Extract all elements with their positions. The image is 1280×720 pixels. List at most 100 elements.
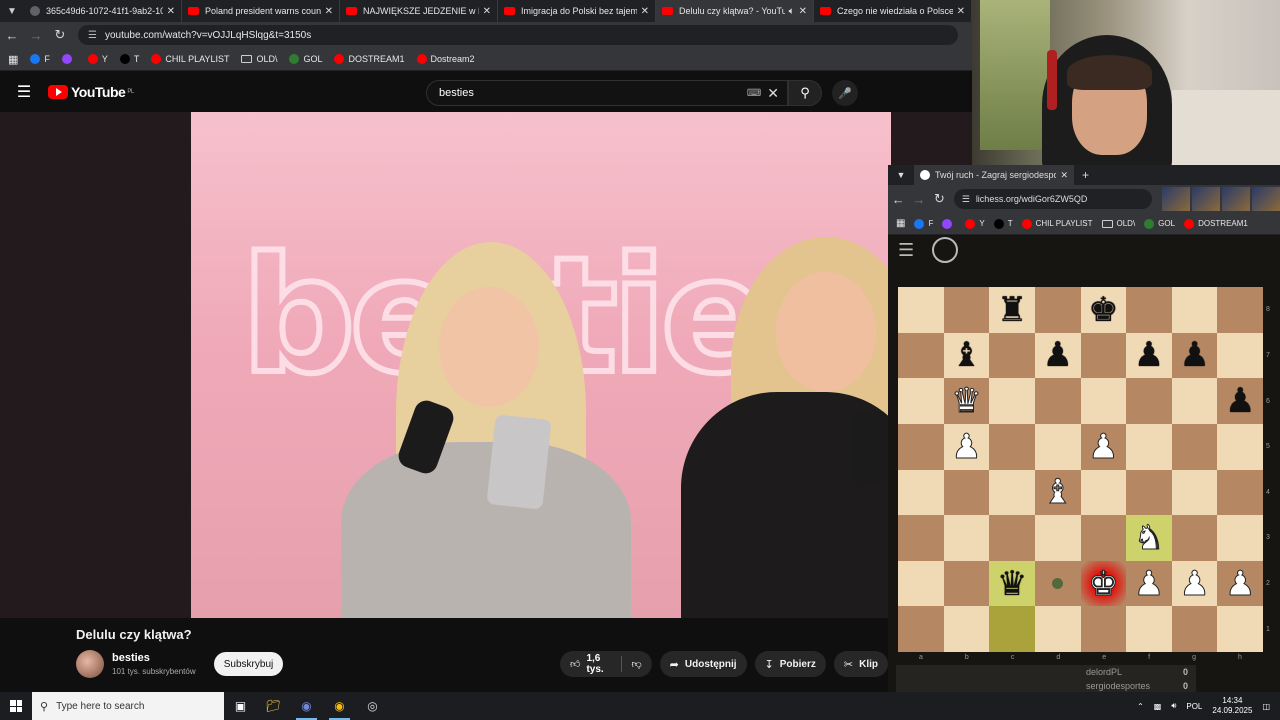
keyboard-icon[interactable]: ⌨ [747, 88, 761, 99]
square-e4[interactable] [1080, 469, 1127, 516]
square-g4[interactable] [1171, 469, 1218, 516]
extension-icon[interactable] [1222, 187, 1251, 211]
square-h4[interactable] [1217, 469, 1263, 516]
subscribe-button[interactable]: Subskrybuj [214, 652, 283, 676]
tab-search-menu[interactable]: ▼ [0, 0, 24, 22]
black-bishop-icon[interactable]: ♝ [951, 338, 981, 372]
square-b1[interactable] [943, 606, 990, 652]
start-button[interactable] [0, 692, 32, 720]
close-tab-icon[interactable]: ✕ [325, 6, 333, 17]
square-g1[interactable] [1171, 606, 1218, 652]
tab-1[interactable]: Poland president warns country ✕ [182, 0, 340, 22]
square-e3[interactable] [1080, 515, 1127, 561]
black-king-icon[interactable]: ♚ [1088, 293, 1118, 327]
close-tab-icon[interactable]: ✕ [957, 6, 965, 17]
clock[interactable]: 14:34 24.09.2025 [1212, 696, 1252, 716]
extension-icon[interactable] [1252, 187, 1280, 211]
square-f2[interactable]: ♟ [1126, 560, 1172, 607]
square-e8[interactable]: ♚ [1080, 287, 1127, 333]
bookmark-item[interactable]: Y [87, 54, 108, 64]
square-b6[interactable]: ♛ [943, 378, 990, 424]
square-c8[interactable]: ♜ [989, 287, 1035, 333]
square-c7[interactable] [989, 332, 1035, 379]
square-f5[interactable] [1126, 423, 1172, 470]
square-g7[interactable]: ♟ [1171, 332, 1218, 379]
square-a5[interactable] [898, 423, 944, 470]
voice-search-button[interactable]: 🎤 [832, 80, 858, 106]
lichess-tab[interactable]: Twój ruch - Zagraj sergiodespo ✕ [914, 165, 1074, 185]
square-a4[interactable] [898, 469, 944, 516]
clear-search-icon[interactable]: ✕ [767, 85, 779, 102]
bookmark-item[interactable]: Y [965, 218, 985, 229]
bookmark-item[interactable] [942, 218, 956, 229]
square-d6[interactable] [1034, 378, 1081, 424]
search-input[interactable]: besties ⌨ ✕ [426, 80, 788, 106]
bookmark-item[interactable]: F [914, 218, 933, 229]
bookmark-item[interactable]: DOSTREAM1 [1184, 218, 1248, 229]
white-pawn-icon[interactable]: ♟ [1179, 566, 1211, 601]
tab-2[interactable]: NAJWIĘKSZE JEDZENIE w POLS ✕ [340, 0, 498, 22]
mute-tab-icon[interactable]: 🔈︎ [789, 6, 795, 17]
square-f6[interactable] [1126, 378, 1172, 424]
close-tab-icon[interactable]: ✕ [167, 6, 175, 17]
square-e7[interactable] [1080, 332, 1127, 379]
square-a6[interactable] [898, 378, 944, 424]
extension-icon[interactable] [1162, 187, 1191, 211]
lichess-forward-button[interactable]: → [909, 192, 930, 207]
square-b8[interactable] [943, 287, 990, 333]
like-button[interactable]: 👍︎ 1,6 tys. [560, 653, 621, 675]
square-h5[interactable] [1217, 423, 1263, 470]
lichess-menu-icon[interactable]: ☰ [898, 240, 932, 261]
square-d4[interactable]: ♝ [1034, 469, 1081, 516]
player-name[interactable]: delordPL [1086, 667, 1122, 677]
bookmark-item[interactable]: F [30, 54, 50, 64]
apps-icon[interactable]: ▦ [896, 218, 905, 229]
square-c3[interactable] [989, 515, 1035, 561]
discord-icon[interactable]: ◉ [290, 692, 323, 720]
white-pawn-icon[interactable]: ♟ [1224, 566, 1256, 601]
square-a7[interactable] [898, 332, 944, 379]
square-h7[interactable] [1217, 332, 1263, 379]
bookmark-item[interactable]: OLD\ [1101, 219, 1135, 228]
menu-icon[interactable]: ☰ [0, 82, 48, 102]
square-a2[interactable] [898, 560, 944, 607]
square-g6[interactable] [1171, 378, 1218, 424]
black-pawn-icon[interactable]: ♟ [1134, 338, 1164, 372]
channel-name[interactable]: besties [112, 652, 150, 664]
legal-move-dot[interactable] [1052, 578, 1064, 590]
white-king-icon[interactable]: ♚ [1088, 566, 1120, 601]
extension-icon[interactable] [1192, 187, 1221, 211]
square-e1[interactable] [1080, 606, 1127, 652]
search-button[interactable]: ⚲ [788, 80, 822, 106]
dislike-button[interactable]: 👎︎ [622, 658, 652, 670]
channel-avatar[interactable] [76, 650, 104, 678]
square-c1[interactable] [989, 606, 1035, 652]
lichess-logo-icon[interactable] [932, 237, 958, 263]
apps-icon[interactable]: ▦ [8, 53, 18, 66]
square-f3[interactable]: ♞ [1126, 515, 1172, 561]
square-f1[interactable] [1126, 606, 1172, 652]
square-d8[interactable] [1034, 287, 1081, 333]
download-button[interactable]: ↧ Pobierz [754, 651, 826, 677]
share-button[interactable]: ➦ Udostępnij [659, 651, 747, 677]
lichess-site-info-icon[interactable]: ☰ [962, 194, 970, 205]
black-pawn-icon[interactable]: ♟ [1179, 338, 1209, 372]
lichess-reload-button[interactable]: ↻ [929, 191, 950, 207]
square-h3[interactable] [1217, 515, 1263, 561]
square-d1[interactable] [1034, 606, 1081, 652]
square-f4[interactable] [1126, 469, 1172, 516]
square-f7[interactable]: ♟ [1126, 332, 1172, 379]
file-explorer-icon[interactable]: 📁︎ [257, 692, 290, 720]
square-a3[interactable] [898, 515, 944, 561]
square-e5[interactable]: ♟ [1080, 423, 1127, 470]
lichess-back-button[interactable]: ← [888, 192, 909, 207]
square-a1[interactable] [898, 606, 944, 652]
tab-0[interactable]: 365c49d6-1072-41f1-9ab2-10e ✕ [24, 0, 182, 22]
language-indicator[interactable]: POL [1186, 702, 1202, 711]
tab-3[interactable]: Imigracja do Polski bez tajemnic ✕ [498, 0, 656, 22]
reload-button[interactable]: ↻ [48, 27, 72, 43]
square-h8[interactable] [1217, 287, 1263, 333]
square-g2[interactable]: ♟ [1171, 560, 1218, 607]
lichess-address-bar[interactable]: ☰ lichess.org/wdiGor6ZW5QD [953, 189, 1153, 209]
black-pawn-icon[interactable]: ♟ [1042, 338, 1072, 372]
